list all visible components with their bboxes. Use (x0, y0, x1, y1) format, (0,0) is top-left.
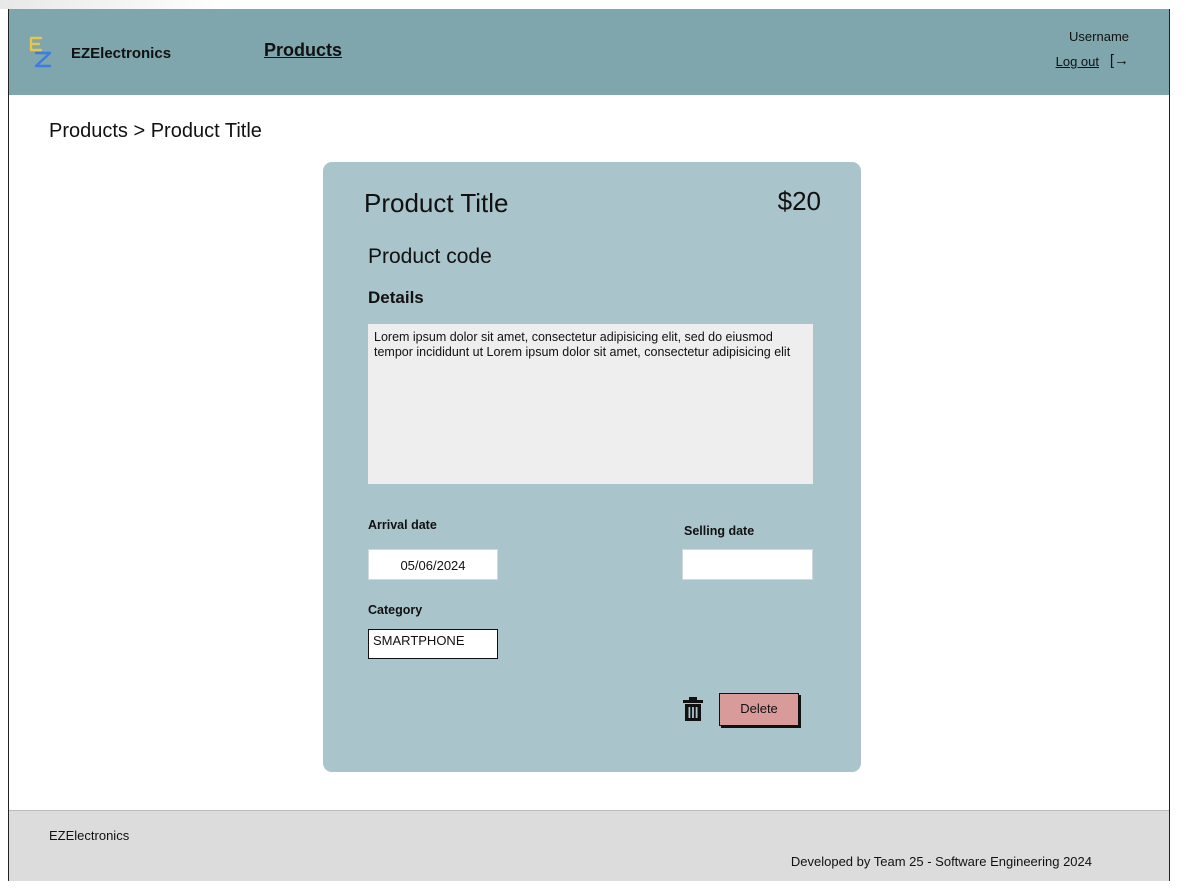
top-navigation-bar: EZElectronics Products Username Log out … (9, 9, 1169, 95)
arrival-date-field[interactable]: 05/06/2024 (368, 549, 498, 580)
delete-button[interactable]: Delete (719, 693, 799, 726)
arrival-date-label: Arrival date (368, 518, 437, 532)
footer: EZElectronics Developed by Team 25 - Sof… (9, 810, 1169, 881)
breadcrumb: Products > Product Title (49, 120, 262, 142)
product-price: $20 (777, 186, 821, 216)
footer-credit: Developed by Team 25 - Software Engineer… (790, 854, 1092, 869)
selling-date-label: Selling date (684, 524, 755, 538)
window-shadow (0, 0, 230, 9)
selling-date-field[interactable] (682, 549, 813, 580)
username-label: Username (1069, 29, 1129, 44)
nav-products-link[interactable]: Products (264, 40, 342, 61)
app-window: EZElectronics Products Username Log out … (8, 9, 1170, 881)
details-text-area[interactable]: Lorem ipsum dolor sit amet, consectetur … (368, 324, 813, 484)
details-heading: Details (368, 288, 424, 307)
ez-logo-icon (29, 36, 52, 68)
trash-icon[interactable] (682, 696, 704, 722)
product-code: Product code (368, 245, 492, 268)
category-field[interactable]: SMARTPHONE (368, 629, 498, 659)
logout-icon[interactable]: [→ (1110, 52, 1129, 69)
product-title: Product Title (364, 188, 509, 218)
brand-name: EZElectronics (71, 45, 172, 62)
category-label: Category (368, 603, 423, 617)
product-detail-card: Product Title $20 Product code Details L… (323, 162, 861, 772)
logout-link[interactable]: Log out (1056, 54, 1099, 69)
footer-brand: EZElectronics (49, 828, 130, 843)
